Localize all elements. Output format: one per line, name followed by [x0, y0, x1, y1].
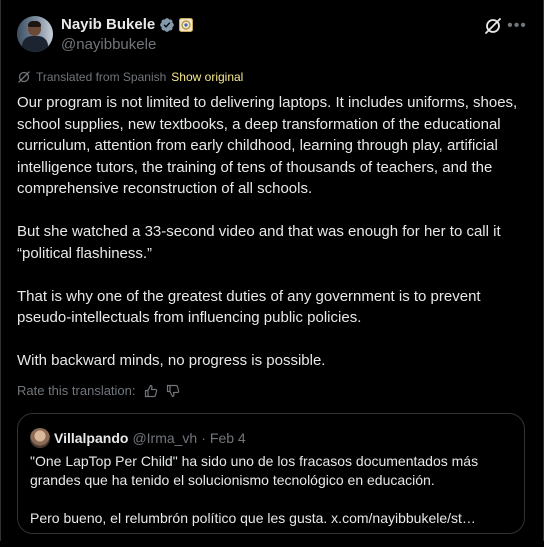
quoted-paragraph: Pero bueno, el relumbrón político que le…: [30, 510, 476, 526]
translate-icon: [18, 71, 30, 83]
quoted-author-name: Villalpando: [54, 430, 129, 446]
quoted-post-date: Feb 4: [209, 430, 246, 446]
post-paragraph: That is why one of the greatest duties o…: [17, 287, 481, 327]
quoted-post-body: "One LapTop Per Child" ha sido uno de lo…: [30, 452, 510, 547]
rate-translation-label: Rate this translation:: [17, 383, 136, 398]
author-avatar[interactable]: [17, 16, 53, 52]
author-name-row: Nayib Bukele: [61, 16, 194, 33]
quoted-post[interactable]: Villalpando @Irma_vh · Feb 4 "One LapTop…: [17, 413, 525, 534]
post-paragraph: But she watched a 33-second video and th…: [17, 223, 501, 262]
post-paragraph: Our program is not limited to delivering…: [17, 94, 518, 197]
quoted-paragraph: "One LapTop Per Child" ha sido uno de lo…: [30, 453, 479, 488]
thumbs-up-icon[interactable]: [144, 384, 158, 398]
show-original-link[interactable]: Show original: [171, 70, 243, 84]
grok-icon[interactable]: [483, 16, 503, 36]
quoted-separator: ·: [201, 430, 206, 446]
more-icon[interactable]: •••: [507, 16, 527, 36]
thumbs-down-icon[interactable]: [166, 384, 180, 398]
affiliation-badge-icon: [179, 17, 194, 32]
verified-badge-icon: [160, 17, 175, 32]
quoted-author-handle: @Irma_vh: [132, 430, 198, 446]
quoted-post-header: Villalpando @Irma_vh · Feb 4: [30, 428, 246, 448]
author-handle[interactable]: @nayibbukele: [61, 36, 156, 53]
translation-notice: Translated from Spanish Show original: [17, 70, 243, 84]
translated-from-label: Translated from Spanish: [36, 70, 167, 84]
post-body: Our program is not limited to delivering…: [17, 92, 529, 393]
post-container: Nayib Bukele @nayibbukele ••• Translated…: [0, 0, 544, 541]
author-display-name[interactable]: Nayib Bukele: [61, 16, 155, 33]
post-paragraph: With backward minds, no progress is poss…: [17, 352, 326, 369]
quoted-author-avatar: [30, 428, 50, 448]
rate-translation: Rate this translation:: [17, 383, 180, 398]
